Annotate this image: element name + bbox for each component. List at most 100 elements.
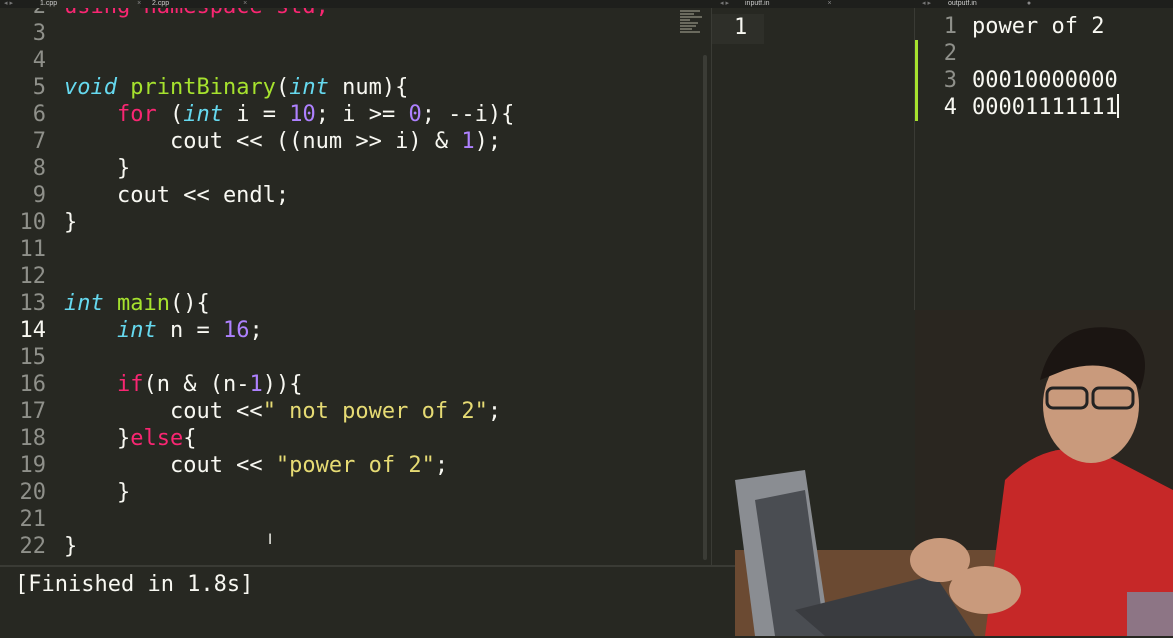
code-line[interactable]: 17 cout <<" not power of 2"; — [0, 398, 700, 425]
code-editor[interactable]: 2 using namespace std; 345 void printBinary… — [0, 8, 705, 565]
line-number: 2 — [0, 8, 46, 20]
git-added-marker — [915, 67, 918, 121]
tab-output[interactable]: outputf.in ● — [948, 0, 1048, 8]
tab-label: outputf.in — [948, 0, 977, 7]
git-added-marker — [915, 40, 918, 67]
code-token: using namespace std; — [64, 8, 329, 19]
code-token: "power of 2" — [275, 453, 435, 478]
close-icon[interactable]: × — [243, 0, 247, 7]
code-token: (n & (n- — [143, 372, 250, 397]
line-number: 14 — [19, 318, 47, 343]
code-token: int — [289, 75, 329, 100]
code-token: { — [183, 426, 197, 451]
code-token: cout << ((num >> i) & — [64, 129, 462, 154]
code-line[interactable]: 20 } — [0, 479, 700, 506]
code-text: void printBinary(int num){ — [64, 74, 408, 101]
code-line[interactable]: 7 cout << ((num >> i) & 1); — [0, 128, 700, 155]
tab-2-cpp[interactable]: 2.cpp × — [152, 0, 252, 8]
code-line[interactable]: 14 int n = 16; — [0, 317, 700, 344]
tab-1-cpp[interactable]: 1.cpp × — [40, 0, 141, 8]
code-token: cout << — [64, 453, 276, 478]
code-line[interactable]: 6 for (int i = 10; i >= 0; --i){ — [0, 101, 700, 128]
tab-strip: ◂ ▸ 1.cpp × 2.cpp × ◂ ▸ inputf.in × ◂ ▸ out… — [0, 0, 1173, 8]
line-number: 3 — [32, 21, 46, 46]
pane-nav-arrows[interactable]: ◂ ▸ — [922, 0, 931, 8]
code-line[interactable]: 16 if(n & (n-1)){ — [0, 371, 700, 398]
code-text: }else{ — [64, 425, 197, 452]
code-text: cout << "power of 2"; — [64, 452, 448, 479]
line-number: 4 — [943, 95, 957, 120]
code-token: n = — [156, 318, 223, 343]
code-text: if(n & (n-1)){ — [64, 371, 302, 398]
code-token: num){ — [328, 75, 409, 100]
output-text: 00010000000 — [972, 68, 1118, 93]
line-number: 15 — [19, 345, 47, 370]
line-number: 16 — [19, 372, 47, 397]
line-number: 22 — [19, 534, 47, 559]
code-token: cout << — [64, 399, 263, 424]
modified-dot-icon[interactable]: ● — [1027, 0, 1031, 7]
code-text: } — [64, 479, 130, 506]
code-line[interactable]: 15 — [0, 344, 700, 371]
code-line[interactable]: 3 — [0, 20, 700, 47]
code-token: 1 — [461, 129, 475, 154]
code-token: for — [116, 102, 157, 127]
minimap[interactable] — [680, 10, 704, 42]
code-token: ; --i){ — [421, 102, 515, 127]
tab-input[interactable]: inputf.in × — [745, 0, 845, 8]
code-line[interactable]: 2 using namespace std; — [0, 8, 700, 20]
line-number: 10 — [19, 210, 47, 235]
code-token: } — [64, 426, 131, 451]
code-text: cout << endl; — [64, 182, 289, 209]
code-token: 1 — [249, 372, 263, 397]
code-token: )){ — [262, 372, 303, 397]
line-number: 1 — [734, 15, 748, 40]
pane-nav-arrows[interactable]: ◂ ▸ — [720, 0, 729, 8]
line-number: 3 — [943, 68, 957, 93]
pane-nav-arrows[interactable]: ◂ ▸ — [4, 0, 13, 8]
code-token: int — [116, 318, 157, 343]
code-token: i = — [222, 102, 290, 127]
output-text: power of 2 — [972, 14, 1105, 39]
close-icon[interactable]: × — [137, 0, 141, 7]
code-token: cout << endl; — [64, 183, 290, 208]
code-line[interactable]: 19 cout << "power of 2"; — [0, 452, 700, 479]
line-number: 6 — [32, 102, 46, 127]
code-line[interactable]: 8 } — [0, 155, 700, 182]
code-token: int — [183, 102, 223, 127]
code-text: int main(){ — [64, 290, 210, 317]
code-line[interactable]: 10} — [0, 209, 700, 236]
presenter-webcam — [735, 310, 1173, 636]
code-token: void — [64, 75, 117, 100]
code-token: ; — [249, 318, 263, 343]
code-line[interactable]: 12 — [0, 263, 700, 290]
tab-label: 2.cpp — [152, 0, 170, 7]
close-icon[interactable]: × — [828, 0, 832, 7]
editor-scrollbar[interactable] — [703, 55, 707, 560]
code-line[interactable]: 9 cout << endl; — [0, 182, 700, 209]
code-token: 0 — [408, 102, 422, 127]
code-line[interactable]: 22} — [0, 533, 700, 560]
code-line[interactable]: 11 — [0, 236, 700, 263]
code-token: 16 — [222, 318, 250, 343]
code-token: if — [116, 372, 144, 397]
code-token: } — [64, 480, 131, 505]
code-line[interactable]: 4 — [0, 47, 700, 74]
code-token: } — [64, 156, 131, 181]
code-token: else — [130, 426, 184, 451]
code-line[interactable]: 18 }else{ — [0, 425, 700, 452]
line-number: 12 — [19, 264, 47, 289]
code-line[interactable]: 13 int main(){ — [0, 290, 700, 317]
code-line[interactable]: 21 — [0, 506, 700, 533]
code-line[interactable]: 5 void printBinary(int num){ — [0, 74, 700, 101]
code-token: printBinary — [130, 75, 276, 100]
build-output-panel: [Finished in 1.8s] — [0, 565, 760, 638]
code-token: } — [64, 210, 78, 235]
line-number: 7 — [32, 129, 46, 154]
line-number: 1 — [943, 14, 957, 39]
